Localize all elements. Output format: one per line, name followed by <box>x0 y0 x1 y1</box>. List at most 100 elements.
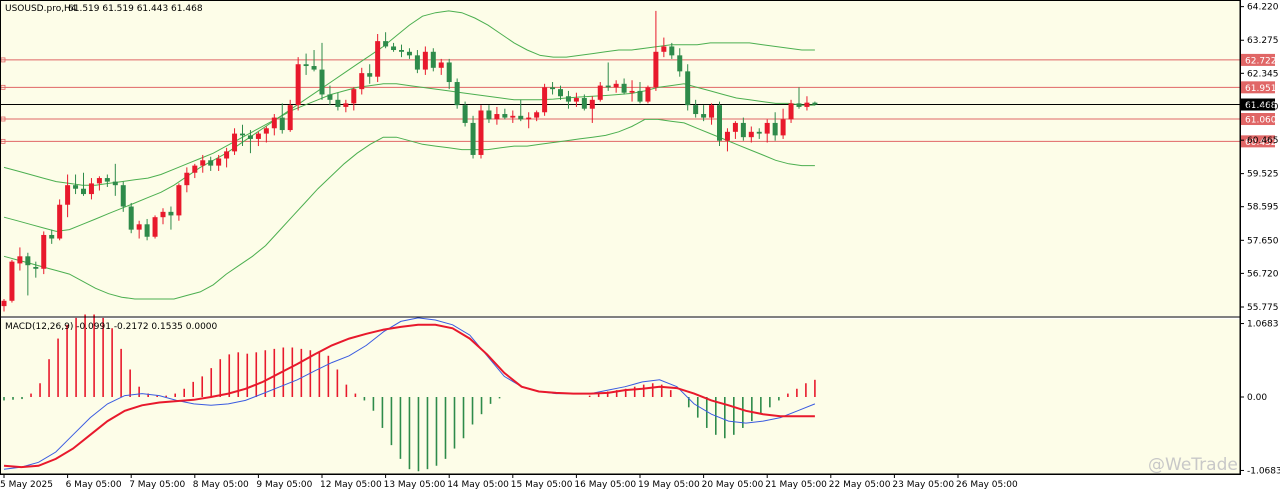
candle-body-81 <box>645 87 651 102</box>
macd-axis-label-2: -1.0683 <box>1247 466 1280 476</box>
candle-body-51 <box>406 51 412 56</box>
candle-body-73 <box>581 98 587 109</box>
candle-body-46 <box>367 73 373 77</box>
candle-body-54 <box>430 51 436 68</box>
candle-body-53 <box>422 51 428 70</box>
candle-body-76 <box>605 85 611 88</box>
candle-body-15 <box>120 185 126 207</box>
candle-body-43 <box>343 103 349 107</box>
candle-body-39 <box>311 66 317 70</box>
price-level-tag-label-2: 61.060 <box>1245 116 1277 126</box>
candle-body-52 <box>414 55 420 70</box>
candle-body-9 <box>73 185 79 189</box>
candle-body-70 <box>558 89 563 97</box>
candle-body-20 <box>160 211 166 218</box>
watermark: @WeTrade <box>1148 455 1238 475</box>
price-axis-label-8: 56.720 <box>1247 269 1279 279</box>
candle-body-37 <box>295 64 301 106</box>
time-axis-label-7: 14 May 05:00 <box>447 480 509 490</box>
candle-body-26 <box>208 160 214 166</box>
candle-body-55 <box>438 62 444 68</box>
time-axis-label-13: 22 May 05:00 <box>829 480 891 490</box>
candle-body-88 <box>701 114 707 118</box>
macd-panel-background <box>1 319 1240 474</box>
candle-body-38 <box>303 64 309 67</box>
candle-body-45 <box>359 73 365 90</box>
candle-body-101 <box>804 102 810 107</box>
candle-body-64 <box>510 115 516 118</box>
candle-body-96 <box>764 122 770 134</box>
candle-body-44 <box>351 89 357 104</box>
candle-body-69 <box>550 87 556 90</box>
price-axis-label-9: 55.775 <box>1247 303 1279 313</box>
candle-body-0 <box>1 300 7 307</box>
symbol-label: USOUSD.pro,H4 <box>5 4 77 14</box>
candle-body-97 <box>772 122 778 136</box>
price-panel-background <box>1 1 1240 316</box>
candle-body-3 <box>25 256 31 266</box>
candle-body-32 <box>255 133 261 139</box>
ohlc-label: 61.519 61.519 61.443 61.468 <box>68 4 203 14</box>
candle-body-90 <box>717 105 722 141</box>
candle-body-23 <box>184 172 190 186</box>
candle-body-11 <box>88 183 94 195</box>
candle-body-82 <box>653 51 659 88</box>
macd-axis-label-0: 1.0683 <box>1247 320 1279 330</box>
time-axis-label-14: 23 May 05:00 <box>892 480 954 490</box>
candle-body-36 <box>287 105 293 131</box>
price-axis-label-4: 60.465 <box>1247 136 1279 146</box>
price-axis-label-2: 62.345 <box>1247 69 1279 79</box>
candle-body-1 <box>9 261 15 301</box>
candle-body-92 <box>732 122 738 132</box>
candle-body-100 <box>796 103 802 107</box>
candle-body-6 <box>49 234 55 239</box>
time-axis-label-0: 5 May 2025 <box>0 480 53 490</box>
candle-body-84 <box>669 46 675 56</box>
candle-body-66 <box>526 117 532 120</box>
price-axis-label-5: 59.525 <box>1247 170 1279 180</box>
time-axis-label-12: 21 May 05:00 <box>765 480 827 490</box>
price-level-tag-label-1: 61.951 <box>1245 84 1277 94</box>
candle-body-91 <box>724 131 730 141</box>
price-axis-label-6: 58.595 <box>1247 203 1279 213</box>
candle-body-56 <box>446 62 452 83</box>
candle-body-10 <box>81 188 86 195</box>
candle-body-102 <box>812 102 818 105</box>
time-axis-label-3: 8 May 05:00 <box>193 480 249 490</box>
price-axis-label-0: 64.220 <box>1247 3 1279 13</box>
candle-body-99 <box>788 103 794 120</box>
candle-body-28 <box>224 151 230 159</box>
time-axis-label-5: 12 May 05:00 <box>320 480 382 490</box>
candle-body-21 <box>168 211 174 216</box>
price-axis-label-7: 57.650 <box>1247 236 1279 246</box>
candle-body-75 <box>597 85 603 100</box>
macd-indicator-label: MACD(12,26,9) -0.0991 -0.2172 0.1535 0.0… <box>5 322 218 332</box>
candle-body-49 <box>391 46 397 51</box>
candle-body-68 <box>542 87 548 113</box>
candle-body-42 <box>335 99 341 107</box>
candle-body-98 <box>780 119 786 136</box>
candle-body-12 <box>96 178 102 184</box>
candle-body-80 <box>637 90 643 102</box>
candle-body-4 <box>33 266 39 269</box>
candle-body-40 <box>319 69 325 95</box>
trading-chart-window: 62.722 61.951 61.060 60.432 61.468 64.220 63.2… <box>0 0 1280 492</box>
candle-body-78 <box>621 83 627 93</box>
price-level-tag-label-0: 62.722 <box>1245 56 1277 66</box>
price-axis-label-3: 61.410 <box>1247 103 1279 113</box>
time-axis-label-15: 26 May 05:00 <box>956 480 1018 490</box>
candle-body-77 <box>613 83 619 88</box>
candle-body-94 <box>748 131 754 138</box>
candle-body-35 <box>279 117 285 131</box>
candle-body-16 <box>128 206 134 230</box>
candle-body-61 <box>486 110 492 120</box>
candle-body-60 <box>478 110 484 155</box>
candle-body-72 <box>573 98 579 102</box>
candle-body-8 <box>65 185 71 205</box>
candle-body-83 <box>661 46 667 52</box>
candle-body-33 <box>263 128 269 134</box>
candle-body-86 <box>685 71 691 106</box>
candle-body-63 <box>502 114 508 118</box>
candle-body-34 <box>271 117 277 129</box>
candle-body-93 <box>740 122 746 138</box>
